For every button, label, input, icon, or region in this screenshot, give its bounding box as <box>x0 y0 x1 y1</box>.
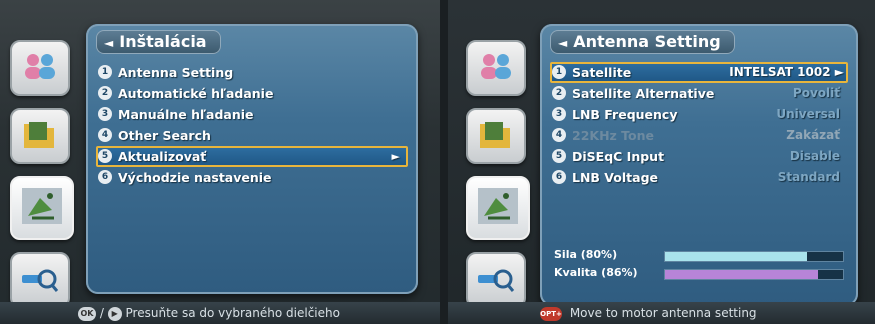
setting-value: Zakázať <box>786 128 840 142</box>
item-number-badge: 6 <box>98 170 112 184</box>
item-number-badge: 5 <box>552 149 566 163</box>
signal-strength-fill <box>665 252 808 261</box>
chevron-right-icon: ► <box>834 65 844 79</box>
satellite-dish-icon[interactable] <box>10 176 74 240</box>
menu-item-auto-search[interactable]: 2 Automatické hľadanie <box>96 83 408 104</box>
menu-item-label: Aktualizovať <box>118 149 207 164</box>
setting-label: 22KHz Tone <box>572 128 655 143</box>
item-number-badge: 6 <box>552 170 566 184</box>
setting-22khz-tone: 4 22KHz Tone Zakázať <box>550 125 848 146</box>
signal-strength-label: Sila (80%) <box>554 248 618 261</box>
users-icon[interactable] <box>466 40 526 96</box>
help-bar: OK / ▶ Presuňte sa do vybraného dielčieh… <box>0 302 440 324</box>
setting-satellite-alternative[interactable]: 2 Satellite Alternative Povoliť <box>550 83 848 104</box>
help-separator: / <box>99 306 104 320</box>
users-icon[interactable] <box>10 40 70 96</box>
setting-value: Disable <box>789 149 840 163</box>
menu-item-factory-reset[interactable]: 6 Východzie nastavenie <box>96 167 408 188</box>
setting-value: INTELSAT 1002 ► <box>729 65 844 79</box>
item-number-badge: 3 <box>98 107 112 121</box>
installation-screen: ◄ Inštalácia 1 Antenna Setting 2 Automati… <box>0 0 440 324</box>
setting-value: Universal <box>776 107 840 121</box>
page-title-text: Antenna Setting <box>573 32 721 51</box>
help-text: Presuňte sa do vybraného dielčieho <box>125 306 340 320</box>
menu-item-other-search[interactable]: 4 Other Search <box>96 125 408 146</box>
satellite-dish-icon[interactable] <box>466 176 530 240</box>
page-title[interactable]: ◄ Antenna Setting <box>550 30 735 54</box>
item-number-badge: 2 <box>98 86 112 100</box>
signal-quality-label: Kvalita (86%) <box>554 266 638 279</box>
antenna-setting-screen: ◄ Antenna Setting 1 Satellite INTELSAT 10… <box>448 0 875 324</box>
antenna-setting-panel: ◄ Antenna Setting 1 Satellite INTELSAT 10… <box>540 24 858 306</box>
back-arrow-icon[interactable]: ◄ <box>104 36 113 50</box>
signal-strength-bar <box>664 251 844 262</box>
item-number-badge: 3 <box>552 107 566 121</box>
setting-label: LNB Voltage <box>572 170 659 185</box>
help-text: Move to motor antenna setting <box>569 306 757 320</box>
page-title-text: Inštalácia <box>119 32 207 51</box>
item-number-badge: 4 <box>552 128 566 142</box>
item-number-badge: 4 <box>98 128 112 142</box>
menu-item-update[interactable]: 5 Aktualizovať ► <box>96 146 408 167</box>
chevron-right-icon: ► <box>391 150 400 163</box>
back-arrow-icon[interactable]: ◄ <box>558 36 567 50</box>
folder-icon[interactable] <box>10 108 70 164</box>
setting-label: Satellite Alternative <box>572 86 715 101</box>
setting-label: Satellite <box>572 65 632 80</box>
search-icon[interactable] <box>10 252 70 308</box>
signal-quality-fill <box>665 270 819 279</box>
menu-item-antenna-setting[interactable]: 1 Antenna Setting <box>96 62 408 83</box>
menu-item-label: Automatické hľadanie <box>118 86 274 101</box>
setting-diseqc-input[interactable]: 5 DiSEqC Input Disable <box>550 146 848 167</box>
search-icon[interactable] <box>466 252 526 308</box>
menu-item-manual-search[interactable]: 3 Manuálne hľadanie <box>96 104 408 125</box>
installation-panel: ◄ Inštalácia 1 Antenna Setting 2 Automati… <box>86 24 418 294</box>
ok-button-icon: OK <box>78 306 96 321</box>
item-number-badge: 1 <box>552 65 566 79</box>
sidebar <box>466 40 544 320</box>
installation-menu: 1 Antenna Setting 2 Automatické hľadanie… <box>96 62 408 188</box>
play-button-icon: ▶ <box>107 306 122 321</box>
item-number-badge: 5 <box>98 149 112 163</box>
signal-quality-bar <box>664 269 844 280</box>
setting-lnb-voltage[interactable]: 6 LNB Voltage Standard <box>550 167 848 188</box>
menu-item-label: Východzie nastavenie <box>118 170 272 185</box>
setting-satellite[interactable]: 1 Satellite INTELSAT 1002 ► <box>550 62 848 83</box>
opt-button-icon: OPT+ <box>540 306 562 321</box>
help-bar: OPT+ Move to motor antenna setting <box>448 302 875 324</box>
page-title[interactable]: ◄ Inštalácia <box>96 30 221 54</box>
antenna-setting-menu: 1 Satellite INTELSAT 1002 ► 2 Satellite … <box>550 62 848 188</box>
setting-value: Standard <box>777 170 840 184</box>
menu-item-label: Other Search <box>118 128 211 143</box>
menu-item-label: Antenna Setting <box>118 65 234 80</box>
item-number-badge: 2 <box>552 86 566 100</box>
sidebar <box>10 40 88 320</box>
item-number-badge: 1 <box>98 65 112 79</box>
setting-label: LNB Frequency <box>572 107 678 122</box>
setting-value: Povoliť <box>792 86 840 100</box>
folder-icon[interactable] <box>466 108 526 164</box>
menu-item-label: Manuálne hľadanie <box>118 107 254 122</box>
setting-lnb-frequency[interactable]: 3 LNB Frequency Universal <box>550 104 848 125</box>
setting-label: DiSEqC Input <box>572 149 665 164</box>
